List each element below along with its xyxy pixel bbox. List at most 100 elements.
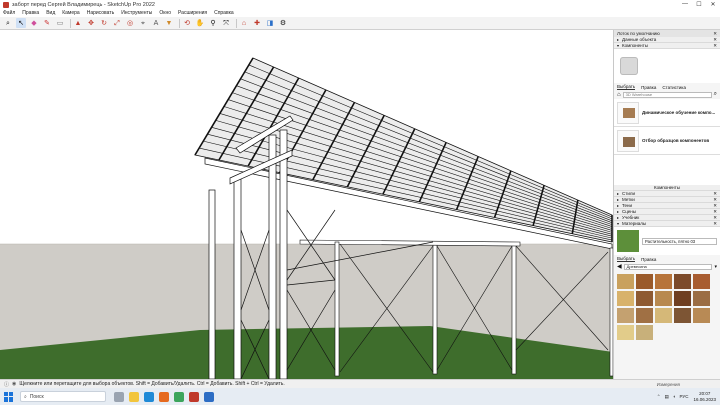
material-preview[interactable] [617,230,639,252]
search-icon[interactable]: ⌕ [714,91,717,98]
search-icon: ⌕ [24,393,27,400]
task-view-icon[interactable] [114,391,124,402]
warehouse-icon[interactable]: ⌂ [239,18,249,28]
material-swatch[interactable] [636,274,653,289]
system-clock[interactable]: 20:07 16.06.2023 [693,391,716,403]
material-swatch[interactable] [693,274,710,289]
component-label: Динамическое обучение компо... [642,110,716,115]
title-bar: заборт перед Сергей Владимирець - Sketch… [0,0,720,9]
status-text: Щелкните или перетащите для выбора объек… [19,381,285,387]
zoom-icon[interactable]: ⚲ [208,18,218,28]
tab-select[interactable]: Выбрать [617,84,636,90]
back-icon[interactable]: ◀ [617,263,622,270]
tab-edit[interactable]: Правка [641,85,656,90]
material-swatch[interactable] [655,274,672,289]
material-swatch[interactable] [674,308,691,323]
material-swatch[interactable] [636,291,653,306]
chevron-up-icon[interactable]: ⌃ [657,394,661,400]
warehouse-search-input[interactable]: 3D Warehouse [622,91,712,98]
pencil-icon[interactable]: ✎ [42,18,52,28]
list-item[interactable]: Отбор образцов компонентов [614,127,720,155]
material-swatch-grid [614,271,720,343]
offset-icon[interactable]: ◎ [125,18,135,28]
menu-camera[interactable]: Камера [62,10,79,16]
taskbar-apps [114,391,219,402]
tab-material-select[interactable]: Выбрать [617,256,636,262]
windows-start-icon[interactable] [4,391,14,402]
menu-tools[interactable]: Инструменты [121,10,152,16]
maximize-button[interactable]: ☐ [692,1,706,8]
material-swatch[interactable] [617,325,634,340]
geo-location-icon[interactable]: ◉ [12,381,16,387]
menu-window[interactable]: Окно [159,10,171,16]
material-swatch[interactable] [674,291,691,306]
material-swatch[interactable] [655,308,672,323]
scale-icon[interactable]: ⤢ [112,18,122,28]
select-arrow-icon[interactable]: ↖ [16,18,26,28]
tab-statistics[interactable]: Статистика [662,85,686,90]
material-swatch[interactable] [636,325,653,340]
menu-extensions[interactable]: Расширения [178,10,207,16]
menu-edit[interactable]: Правка [22,10,39,16]
list-item[interactable]: Динамическое обучение компо... [614,99,720,127]
taskbar-search-input[interactable]: ⌕ Поиск [20,391,106,402]
material-swatch[interactable] [693,308,710,323]
menu-help[interactable]: Справка [214,10,234,16]
volume-icon[interactable]: ◖ [673,394,676,399]
panel-label: Метки [622,197,635,202]
info-icon[interactable]: ⓘ [4,381,9,388]
panel-close-icon[interactable]: ✕ [713,221,717,227]
search-icon[interactable]: ⌕ [3,18,13,28]
panel-close-icon[interactable]: ✕ [713,43,717,49]
push-pull-icon[interactable]: ▲ [73,18,83,28]
material-name-field[interactable]: Растительность, пятно 03 [642,237,717,245]
model-canvas[interactable] [0,30,613,379]
component-preview-icon [620,57,638,75]
minimize-button[interactable]: — [678,1,692,8]
component-thumbnail [617,101,639,124]
orbit-icon[interactable]: ⟲ [182,18,192,28]
material-swatch[interactable] [617,274,634,289]
home-icon[interactable]: ⌂ [617,92,621,98]
rotate-icon[interactable]: ↻ [99,18,109,28]
windows-taskbar: ⌕ Поиск ⌃ ▤ ◖ РУС 20:07 16.06.2023 [0,388,720,405]
collapse-arrow-icon: ▾ [617,221,620,226]
firefox-icon[interactable] [159,391,169,402]
toolbar-separator [70,18,71,28]
material-swatch[interactable] [617,308,634,323]
material-swatch[interactable] [636,308,653,323]
network-icon[interactable]: ▤ [664,394,668,400]
text-icon[interactable]: A [151,18,161,28]
extension-icon[interactable]: ✚ [252,18,262,28]
tab-material-edit[interactable]: Правка [641,257,656,262]
send-icon[interactable]: ⚙ [278,18,288,28]
current-material: Растительность, пятно 03 [614,227,720,255]
model-viewport[interactable] [0,30,613,379]
menu-bar: Файл Правка Вид Камера Нарисовать Инстру… [0,9,720,17]
sketchup-taskbar-icon[interactable] [189,391,199,402]
keyboard-language[interactable]: РУС [679,394,688,399]
menu-draw[interactable]: Нарисовать [87,10,114,16]
chrome-icon[interactable] [174,391,184,402]
paint-bucket-icon[interactable]: ▼ [164,18,174,28]
eraser-icon[interactable]: ◆ [29,18,39,28]
material-category-row: ◀ Древесина ▾ [614,262,720,271]
edge-icon[interactable] [144,391,154,402]
menu-file[interactable]: Файл [3,10,15,16]
mail-icon[interactable] [204,391,214,402]
pan-icon[interactable]: ✋ [195,18,205,28]
move-icon[interactable]: ✥ [86,18,96,28]
file-explorer-icon[interactable] [129,391,139,402]
rectangle-icon[interactable]: ▭ [55,18,65,28]
menu-view[interactable]: Вид [46,10,55,16]
tape-icon[interactable]: ⌖ [138,18,148,28]
material-category-select[interactable]: Древесина [623,263,713,270]
chevron-down-icon[interactable]: ▾ [714,264,717,270]
material-swatch[interactable] [674,274,691,289]
close-button[interactable]: ✕ [706,1,720,8]
layout-icon[interactable]: ◨ [265,18,275,28]
zoom-extents-icon[interactable]: ⤧ [221,18,231,28]
material-swatch[interactable] [693,291,710,306]
material-swatch[interactable] [617,291,634,306]
material-swatch[interactable] [655,291,672,306]
